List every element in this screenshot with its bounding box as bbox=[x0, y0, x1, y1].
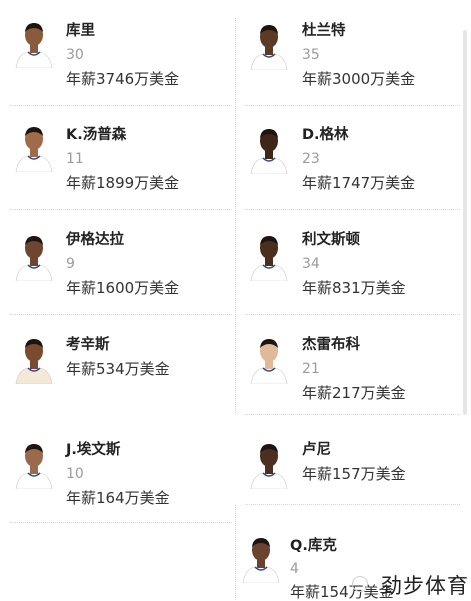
person-icon bbox=[15, 236, 53, 281]
player-avatar bbox=[14, 124, 54, 172]
player-salary: 年薪831万美金 bbox=[302, 279, 406, 297]
player-avatar bbox=[249, 126, 289, 174]
player-salary: 年薪164万美金 bbox=[66, 489, 170, 507]
player-name: 利文斯顿 bbox=[302, 232, 360, 248]
player-name: Q.库克 bbox=[290, 538, 337, 554]
player-name: J.埃文斯 bbox=[66, 442, 121, 458]
player-number: 34 bbox=[302, 256, 320, 272]
player-salary: 年薪534万美金 bbox=[66, 360, 170, 378]
player-card[interactable]: 利文斯顿 34 年薪831万美金 bbox=[245, 215, 460, 315]
person-icon bbox=[15, 339, 53, 384]
player-salary: 年薪3000万美金 bbox=[302, 70, 416, 88]
column-divider bbox=[235, 18, 236, 413]
player-card[interactable]: 杜兰特 35 年薪3000万美金 bbox=[245, 8, 460, 106]
player-number: 30 bbox=[66, 47, 84, 63]
player-name: D.格林 bbox=[302, 127, 349, 143]
player-card[interactable]: 杰雷布科 21 年薪217万美金 bbox=[245, 320, 460, 415]
player-salary: 年薪217万美金 bbox=[302, 384, 406, 402]
player-card[interactable]: 考辛斯 年薪534万美金 bbox=[10, 320, 232, 412]
player-salary: 年薪1600万美金 bbox=[66, 279, 180, 297]
player-name: 杜兰特 bbox=[302, 23, 346, 39]
player-name: 杰雷布科 bbox=[302, 337, 360, 353]
player-avatar bbox=[14, 233, 54, 281]
player-name: 卢尼 bbox=[302, 442, 331, 458]
player-avatar bbox=[249, 441, 289, 489]
player-name: 考辛斯 bbox=[66, 337, 110, 353]
person-icon bbox=[250, 444, 288, 489]
watermark-logo-icon bbox=[352, 576, 368, 592]
player-card[interactable]: J.埃文斯 10 年薪164万美金 bbox=[10, 425, 232, 523]
player-name: 库里 bbox=[66, 23, 95, 39]
player-avatar bbox=[249, 336, 289, 384]
player-card[interactable]: K.汤普森 11 年薪1899万美金 bbox=[10, 110, 232, 210]
player-avatar bbox=[14, 336, 54, 384]
person-icon bbox=[250, 129, 288, 174]
person-icon bbox=[15, 444, 53, 489]
player-number: 21 bbox=[302, 361, 320, 377]
player-salary: 年薪1899万美金 bbox=[66, 174, 180, 192]
player-salary: 年薪154万美金 bbox=[290, 583, 394, 601]
person-icon bbox=[250, 236, 288, 281]
player-number: 9 bbox=[66, 256, 75, 272]
player-card[interactable]: 卢尼 年薪157万美金 bbox=[245, 425, 460, 505]
player-avatar bbox=[241, 535, 281, 583]
player-salary: 年薪157万美金 bbox=[302, 465, 406, 483]
person-icon bbox=[15, 127, 53, 172]
player-avatar bbox=[249, 233, 289, 281]
player-avatar bbox=[249, 22, 289, 70]
person-icon bbox=[250, 339, 288, 384]
player-card[interactable]: D.格林 23 年薪1747万美金 bbox=[245, 110, 460, 210]
player-avatar bbox=[14, 20, 54, 68]
player-number: 10 bbox=[66, 466, 84, 482]
player-card[interactable]: 伊格达拉 9 年薪1600万美金 bbox=[10, 215, 232, 315]
player-name: 伊格达拉 bbox=[66, 232, 124, 248]
player-number: 11 bbox=[66, 151, 84, 167]
person-icon bbox=[242, 538, 280, 583]
watermark-text: 劲步体育 bbox=[381, 574, 469, 598]
player-number: 35 bbox=[302, 47, 320, 63]
player-salary: 年薪1747万美金 bbox=[302, 174, 416, 192]
player-name: K.汤普森 bbox=[66, 127, 127, 143]
player-number: 23 bbox=[302, 151, 320, 167]
person-icon bbox=[250, 25, 288, 70]
player-avatar bbox=[14, 441, 54, 489]
player-card[interactable]: 库里 30 年薪3746万美金 bbox=[10, 8, 232, 106]
person-icon bbox=[15, 23, 53, 68]
scrollbar[interactable] bbox=[463, 30, 467, 415]
player-number: 4 bbox=[290, 561, 299, 577]
player-salary: 年薪3746万美金 bbox=[66, 70, 180, 88]
